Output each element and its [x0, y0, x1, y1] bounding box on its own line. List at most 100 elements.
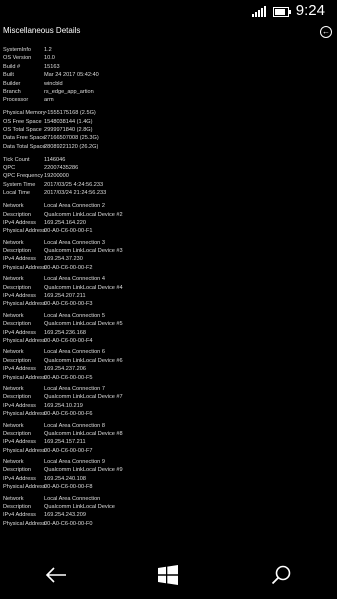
search-icon [271, 565, 291, 585]
network-label: Network [3, 239, 24, 246]
battery-icon [273, 7, 291, 17]
network-description: Qualcomm LinkLocal Device [44, 504, 115, 511]
info-row: Physical Address 00-A0-C6-00-00-F3 [3, 300, 333, 308]
search-button[interactable] [261, 555, 301, 595]
network-name: Local Area Connection [44, 495, 101, 502]
info-label: Processor [3, 97, 29, 104]
info-row: Physical Address 00-A0-C6-00-00-F4 [3, 337, 333, 345]
info-label: Data Total Space [3, 143, 46, 150]
physical-label: Physical Address [3, 374, 46, 381]
info-row: Tick Count 1146046 [3, 156, 333, 164]
signal-icon [252, 5, 266, 17]
info-row: IPv4 Address 169.254.164.220 [3, 219, 333, 227]
info-label: Builder [3, 80, 21, 87]
network-name: Local Area Connection 3 [44, 239, 105, 246]
info-row: Physical Address 00-A0-C6-00-00-F6 [3, 410, 333, 418]
network-description: Qualcomm LinkLocal Device #9 [44, 467, 123, 474]
back-button[interactable] [36, 555, 76, 595]
info-value: wincbld [44, 80, 63, 87]
description-label: Description [3, 394, 31, 401]
info-row: OS Free Space 1548038144 (1.4G) [3, 118, 333, 126]
network-label: Network [3, 349, 24, 356]
info-row: IPv4 Address 169.254.207.211 [3, 292, 333, 300]
info-row: Built Mar 24 2017 05:42:40 [3, 71, 333, 79]
description-label: Description [3, 504, 31, 511]
info-row: Physical Memory ~1555175168 (2.5G) [3, 109, 333, 117]
info-row: Physical Address 00-A0-C6-00-00-F8 [3, 483, 333, 491]
description-label: Description [3, 284, 31, 291]
ipv4-label: IPv4 Address [3, 329, 36, 336]
ipv4-address: 169.254.157.211 [44, 439, 86, 446]
info-row: OS Total Space 2999971840 (2.8G) [3, 126, 333, 134]
network-label: Network [3, 276, 24, 283]
network-label: Network [3, 422, 24, 429]
info-row: OS Version 10.0 [3, 54, 333, 62]
info-value: 1.2 [44, 47, 52, 53]
info-label: Built [3, 72, 14, 79]
ipv4-label: IPv4 Address [3, 366, 36, 373]
info-row: Physical Address 00-A0-C6-00-00-F2 [3, 264, 333, 272]
physical-label: Physical Address [3, 520, 46, 527]
ipv4-address: 169.254.207.211 [44, 293, 86, 300]
info-value: 15163 [44, 63, 60, 70]
info-value: 1548038144 (1.4G) [44, 118, 93, 125]
info-row: Data Free Space 27166507008 (25.3G) [3, 134, 333, 142]
info-row: Network Local Area Connection 6 [3, 348, 333, 356]
ipv4-address: 169.254.237.206 [44, 366, 86, 373]
physical-address: 00-A0-C6-00-00-F0 [44, 520, 93, 527]
info-row: Physical Address 00-A0-C6-00-00-F7 [3, 447, 333, 455]
network-description: Qualcomm LinkLocal Device #6 [44, 357, 123, 364]
info-label: Data Free Space [3, 135, 46, 142]
info-row: Description Qualcomm LinkLocal Device #9 [3, 466, 333, 474]
info-row: Description Qualcomm LinkLocal Device #4 [3, 284, 333, 292]
info-row: Physical Address 00-A0-C6-00-00-F0 [3, 520, 333, 528]
details-content: SystemInfo 1.2 OS Version 10.0 Build # 1516… [3, 46, 333, 531]
ipv4-address: 169.254.236.168 [44, 329, 86, 336]
info-row: Description Qualcomm LinkLocal Device [3, 503, 333, 511]
network-name: Local Area Connection 5 [44, 312, 105, 319]
info-row: Description Qualcomm LinkLocal Device #8 [3, 430, 333, 438]
physical-label: Physical Address [3, 301, 46, 308]
back-arrow-icon [46, 567, 67, 583]
info-row: Description Qualcomm LinkLocal Device #3 [3, 247, 333, 255]
physical-address: 00-A0-C6-00-00-F6 [44, 411, 93, 418]
info-row: Network Local Area Connection 8 [3, 422, 333, 430]
info-row: Local Time 2017/03/24 21:24:56.233 [3, 189, 333, 197]
ipv4-label: IPv4 Address [3, 439, 36, 446]
ipv4-label: IPv4 Address [3, 512, 36, 519]
info-value: 1146046 [44, 156, 66, 163]
physical-label: Physical Address [3, 264, 46, 271]
physical-address: 00-A0-C6-00-00-F5 [44, 374, 93, 381]
network-block: Network Local Area Connection 9 Descripti… [3, 458, 333, 492]
info-label: QPC [3, 165, 16, 172]
info-label: OS Version [3, 55, 32, 62]
physical-label: Physical Address [3, 338, 46, 344]
physical-label: Physical Address [3, 447, 46, 454]
info-label: Branch [3, 88, 21, 95]
start-button[interactable] [148, 555, 188, 595]
info-row: QPC Frequency 19200000 [3, 172, 333, 180]
network-name: Local Area Connection 6 [44, 349, 105, 356]
physical-address: 00-A0-C6-00-00-F1 [44, 228, 93, 235]
navigation-bar [0, 551, 337, 599]
info-label: Tick Count [3, 156, 30, 163]
network-block: Network Local Area Connection 6 Descripti… [3, 348, 333, 382]
network-description: Qualcomm LinkLocal Device #4 [44, 284, 123, 291]
back-circle-icon[interactable]: ← [320, 26, 332, 38]
network-description: Qualcomm LinkLocal Device #8 [44, 430, 123, 437]
network-block: Network Local Area Connection 2 Descripti… [3, 202, 333, 236]
info-row: Description Qualcomm LinkLocal Device #6 [3, 357, 333, 365]
ipv4-address: 169.254.10.219 [44, 402, 83, 409]
info-row: Branch rs_edge_app_artion [3, 88, 333, 96]
network-name: Local Area Connection 4 [44, 276, 105, 283]
memory-group: Physical Memory ~1555175168 (2.5G) OS Fre… [3, 109, 333, 151]
info-row: Description Qualcomm LinkLocal Device #7 [3, 393, 333, 401]
description-label: Description [3, 467, 31, 474]
description-label: Description [3, 321, 31, 328]
network-block: Network Local Area Connection 8 Descripti… [3, 422, 333, 456]
physical-label: Physical Address [3, 228, 46, 235]
physical-address: 00-A0-C6-00-00-F2 [44, 264, 93, 271]
ipv4-label: IPv4 Address [3, 293, 36, 300]
info-row: Builder wincbld [3, 80, 333, 88]
windows-logo-icon [158, 565, 179, 585]
